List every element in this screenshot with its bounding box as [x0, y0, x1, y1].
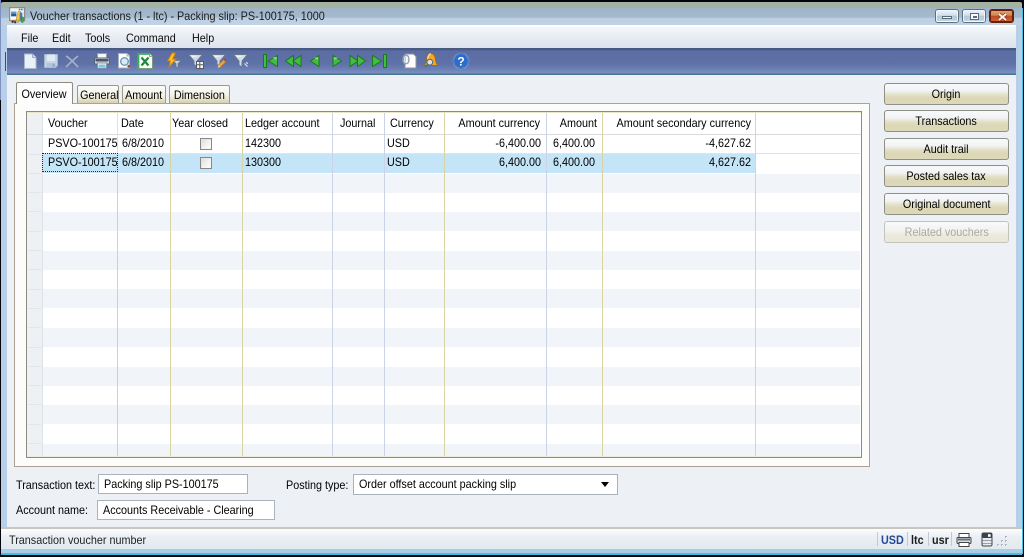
- svg-text:?: ?: [457, 54, 464, 68]
